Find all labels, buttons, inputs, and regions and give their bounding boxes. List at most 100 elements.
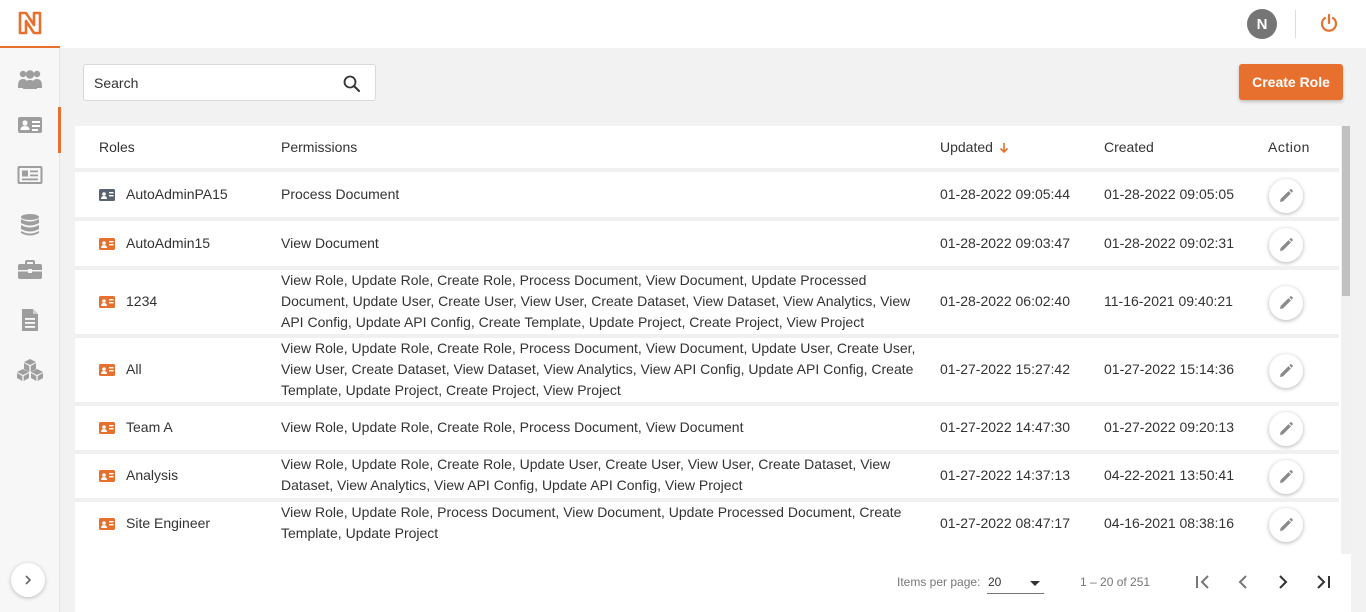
table-header: Roles Permissions Updated Created Action: [75, 126, 1351, 168]
role-permissions: View Document: [281, 235, 379, 251]
role-created: 01-27-2022 09:20:13: [1104, 419, 1234, 435]
role-updated: 01-27-2022 14:47:30: [940, 419, 1070, 435]
role-name: All: [126, 361, 142, 377]
items-per-page-select[interactable]: 20: [987, 572, 1044, 594]
role-name: Team A: [126, 419, 173, 435]
edit-role-button[interactable]: [1269, 460, 1303, 494]
table-row[interactable]: Team A View Role, Update Role, Create Ro…: [75, 402, 1339, 450]
nav-item-documents-list[interactable]: [0, 155, 60, 195]
id-card-icon: [99, 189, 115, 201]
role-permissions: View Role, Update Role, Create Role, Pro…: [281, 340, 916, 398]
logo-icon: [18, 11, 42, 35]
id-card-icon: [18, 117, 42, 133]
role-created: 01-28-2022 09:05:05: [1104, 186, 1234, 202]
role-updated: 01-27-2022 08:47:17: [940, 515, 1070, 531]
search-icon[interactable]: [342, 74, 362, 94]
power-icon: [1320, 13, 1338, 32]
role-permissions: View Role, Update Role, Create Role, Pro…: [281, 419, 744, 435]
table-row[interactable]: AutoAdminPA15 Process Document 01-28-202…: [75, 168, 1339, 217]
items-per-page-value: 20: [988, 575, 1002, 589]
table-row[interactable]: AutoAdmin15 View Document 01-28-2022 09:…: [75, 217, 1339, 266]
column-header-permissions[interactable]: Permissions: [281, 139, 357, 155]
sidebar-expand-button[interactable]: [11, 563, 45, 597]
table-row[interactable]: Analysis View Role, Update Role, Create …: [75, 450, 1339, 498]
role-name: AutoAdmin15: [126, 235, 211, 251]
table-row[interactable]: 1234 View Role, Update Role, Create Role…: [75, 266, 1339, 334]
pencil-icon: [1280, 470, 1293, 483]
topbar-divider: [1295, 10, 1296, 38]
app-logo[interactable]: [0, 0, 60, 48]
role-updated: 01-27-2022 14:37:13: [940, 467, 1070, 483]
briefcase-icon: [18, 260, 42, 279]
edit-role-button[interactable]: [1269, 179, 1303, 213]
role-created: 04-22-2021 13:50:41: [1104, 467, 1234, 483]
edit-role-button[interactable]: [1269, 228, 1303, 262]
role-name: Analysis: [126, 467, 179, 483]
edit-role-button[interactable]: [1269, 286, 1303, 320]
column-header-roles[interactable]: Roles: [99, 139, 135, 155]
chevron-left-icon: [1238, 575, 1247, 589]
nav-item-integrations[interactable]: [0, 350, 60, 390]
nav-item-users[interactable]: [0, 59, 60, 99]
newspaper-icon: [17, 166, 43, 184]
previous-page-button[interactable]: [1231, 570, 1255, 594]
id-card-icon: [99, 296, 115, 308]
role-created: 01-27-2022 15:14:36: [1104, 361, 1234, 377]
role-created: 01-28-2022 09:02:31: [1104, 235, 1234, 251]
last-page-button[interactable]: [1311, 570, 1335, 594]
pencil-icon: [1280, 296, 1293, 309]
role-updated: 01-28-2022 09:05:44: [940, 186, 1070, 202]
search-input[interactable]: [94, 73, 324, 93]
sidebar: [0, 0, 61, 612]
roles-table: Roles Permissions Updated Created Action…: [75, 126, 1351, 612]
role-updated: 01-27-2022 15:27:42: [940, 361, 1070, 377]
pencil-icon: [1280, 364, 1293, 377]
cubes-icon: [17, 359, 43, 381]
sort-arrow-down-icon: [999, 143, 1009, 154]
column-header-updated[interactable]: Updated: [940, 139, 1009, 155]
nav-item-projects[interactable]: [0, 250, 60, 290]
next-page-button[interactable]: [1271, 570, 1295, 594]
role-name: 1234: [126, 293, 158, 309]
role-created: 11-16-2021 09:40:21: [1104, 293, 1233, 309]
role-permissions: View Role, Update Role, Process Document…: [281, 504, 902, 541]
pencil-icon: [1280, 518, 1293, 531]
table-row[interactable]: All View Role, Update Role, Create Role,…: [75, 334, 1339, 402]
database-icon: [21, 214, 39, 236]
table-scrollbar-thumb[interactable]: [1342, 126, 1350, 296]
role-permissions: View Role, Update Role, Create Role, Pro…: [281, 272, 911, 330]
pencil-icon: [1280, 238, 1293, 251]
table-row[interactable]: Site Engineer View Role, Update Role, Pr…: [75, 498, 1339, 546]
edit-role-button[interactable]: [1269, 508, 1303, 542]
page-range-label: 1 – 20 of 251: [1080, 575, 1151, 589]
search-box: [83, 64, 376, 101]
role-updated: 01-28-2022 06:02:40: [940, 293, 1070, 309]
chevron-right-icon: [1279, 575, 1288, 589]
id-card-icon: [99, 364, 115, 376]
role-permissions: Process Document: [281, 186, 400, 202]
pencil-icon: [1280, 189, 1293, 202]
id-card-icon: [99, 422, 115, 434]
create-role-button[interactable]: Create Role: [1239, 64, 1343, 100]
logout-button[interactable]: [1316, 10, 1342, 36]
first-page-icon: [1196, 575, 1209, 589]
pencil-icon: [1280, 422, 1293, 435]
nav-item-roles[interactable]: [0, 105, 61, 153]
role-name: AutoAdminPA15: [126, 186, 228, 202]
nav-item-templates[interactable]: [0, 300, 60, 340]
edit-role-button[interactable]: [1269, 412, 1303, 446]
role-created: 04-16-2021 08:38:16: [1104, 515, 1234, 531]
role-updated: 01-28-2022 09:03:47: [940, 235, 1070, 251]
last-page-icon: [1317, 575, 1330, 589]
nav-item-datasets[interactable]: [0, 205, 60, 245]
user-avatar[interactable]: N: [1247, 9, 1277, 39]
column-header-created[interactable]: Created: [1104, 139, 1154, 155]
id-card-icon: [99, 470, 115, 482]
chevron-right-icon: [25, 575, 32, 585]
role-name: Site Engineer: [126, 515, 211, 531]
first-page-button[interactable]: [1191, 570, 1215, 594]
top-bar: [60, 0, 1366, 48]
edit-role-button[interactable]: [1269, 354, 1303, 388]
id-card-icon: [99, 238, 115, 250]
role-permissions: View Role, Update Role, Create Role, Upd…: [281, 456, 891, 493]
